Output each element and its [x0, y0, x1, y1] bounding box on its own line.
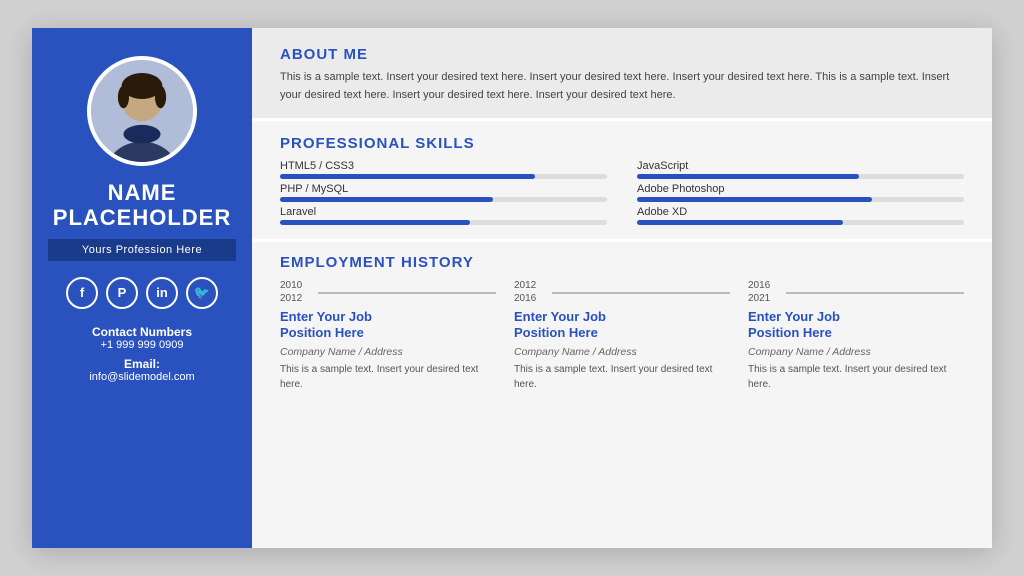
emp-company: Company Name / Address — [748, 346, 964, 358]
main-content: ABOUT ME This is a sample text. Insert y… — [252, 28, 992, 548]
contact-phone: +1 999 999 0909 — [92, 339, 192, 351]
skill-bar-bg — [280, 220, 607, 225]
skill-item: HTML5 / CSS3 — [280, 160, 607, 179]
year-end: 2012 — [280, 292, 312, 305]
about-text: This is a sample text. Insert your desir… — [280, 69, 964, 104]
emp-year-range: 2016 2021 — [748, 279, 780, 305]
employment-column: 2010 2012 Enter Your JobPosition Here Co… — [280, 279, 496, 392]
resume-wrapper: NAME PLACEHOLDER Yours Profession Here f… — [32, 28, 992, 548]
skill-label: PHP / MySQL — [280, 183, 607, 195]
twitter-icon[interactable]: 🐦 — [186, 277, 218, 309]
skills-grid: HTML5 / CSS3 PHP / MySQL Laravel JavaScr… — [280, 160, 964, 229]
avatar — [87, 56, 197, 166]
sidebar-profession: Yours Profession Here — [48, 239, 236, 261]
year-start: 2012 — [514, 279, 546, 292]
emp-company: Company Name / Address — [514, 346, 730, 358]
emp-years: 2010 2012 — [280, 279, 496, 305]
email-value: info@slidemodel.com — [89, 371, 194, 383]
facebook-icon[interactable]: f — [66, 277, 98, 309]
skill-label: Adobe XD — [637, 206, 964, 218]
name-line1: NAME — [108, 180, 177, 205]
employment-column: 2016 2021 Enter Your JobPosition Here Co… — [748, 279, 964, 392]
emp-description: This is a sample text. Insert your desir… — [748, 362, 964, 392]
skill-label: HTML5 / CSS3 — [280, 160, 607, 172]
emp-timeline-line — [318, 292, 496, 294]
year-end: 2021 — [748, 292, 780, 305]
skills-title: PROFESSIONAL SKILLS — [280, 135, 964, 152]
skill-label: Laravel — [280, 206, 607, 218]
skill-label: Adobe Photoshop — [637, 183, 964, 195]
skills-section: PROFESSIONAL SKILLS HTML5 / CSS3 PHP / M… — [252, 121, 992, 242]
skill-item: Adobe XD — [637, 206, 964, 225]
skill-bar-fill — [637, 197, 872, 202]
skill-bar-fill — [280, 174, 535, 179]
year-start: 2016 — [748, 279, 780, 292]
skill-item: Adobe Photoshop — [637, 183, 964, 202]
email-label: Email: — [89, 357, 194, 371]
about-section: ABOUT ME This is a sample text. Insert y… — [252, 28, 992, 121]
email-info: Email: info@slidemodel.com — [89, 357, 194, 383]
contact-label: Contact Numbers — [92, 325, 192, 339]
emp-years: 2016 2021 — [748, 279, 964, 305]
emp-year-range: 2012 2016 — [514, 279, 546, 305]
employment-section: EMPLOYMENT HISTORY 2010 2012 Enter Your … — [252, 242, 992, 548]
skill-item: Laravel — [280, 206, 607, 225]
year-start: 2010 — [280, 279, 312, 292]
skill-bar-bg — [280, 174, 607, 179]
emp-year-range: 2010 2012 — [280, 279, 312, 305]
emp-job-title: Enter Your JobPosition Here — [280, 309, 496, 342]
employment-grid: 2010 2012 Enter Your JobPosition Here Co… — [280, 279, 964, 392]
emp-job-title: Enter Your JobPosition Here — [514, 309, 730, 342]
social-icons: f P in 🐦 — [66, 277, 218, 309]
skill-bar-fill — [280, 220, 470, 225]
about-title: ABOUT ME — [280, 46, 964, 63]
skill-bar-fill — [637, 174, 859, 179]
skill-label: JavaScript — [637, 160, 964, 172]
employment-column: 2012 2016 Enter Your JobPosition Here Co… — [514, 279, 730, 392]
emp-years: 2012 2016 — [514, 279, 730, 305]
emp-timeline-line — [786, 292, 964, 294]
pinterest-icon[interactable]: P — [106, 277, 138, 309]
name-line2: PLACEHOLDER — [53, 205, 231, 230]
emp-company: Company Name / Address — [280, 346, 496, 358]
contact-info: Contact Numbers +1 999 999 0909 — [92, 325, 192, 351]
skill-bar-bg — [637, 174, 964, 179]
emp-timeline-line — [552, 292, 730, 294]
year-end: 2016 — [514, 292, 546, 305]
emp-description: This is a sample text. Insert your desir… — [514, 362, 730, 392]
skill-item: PHP / MySQL — [280, 183, 607, 202]
sidebar: NAME PLACEHOLDER Yours Profession Here f… — [32, 28, 252, 548]
emp-job-title: Enter Your JobPosition Here — [748, 309, 964, 342]
skill-bar-bg — [637, 197, 964, 202]
skill-bar-fill — [637, 220, 843, 225]
skill-bar-bg — [280, 197, 607, 202]
employment-title: EMPLOYMENT HISTORY — [280, 254, 964, 271]
skill-bar-fill — [280, 197, 493, 202]
skill-item: JavaScript — [637, 160, 964, 179]
emp-description: This is a sample text. Insert your desir… — [280, 362, 496, 392]
linkedin-icon[interactable]: in — [146, 277, 178, 309]
avatar-image — [91, 60, 193, 162]
sidebar-name: NAME PLACEHOLDER — [53, 180, 231, 231]
skill-bar-bg — [637, 220, 964, 225]
